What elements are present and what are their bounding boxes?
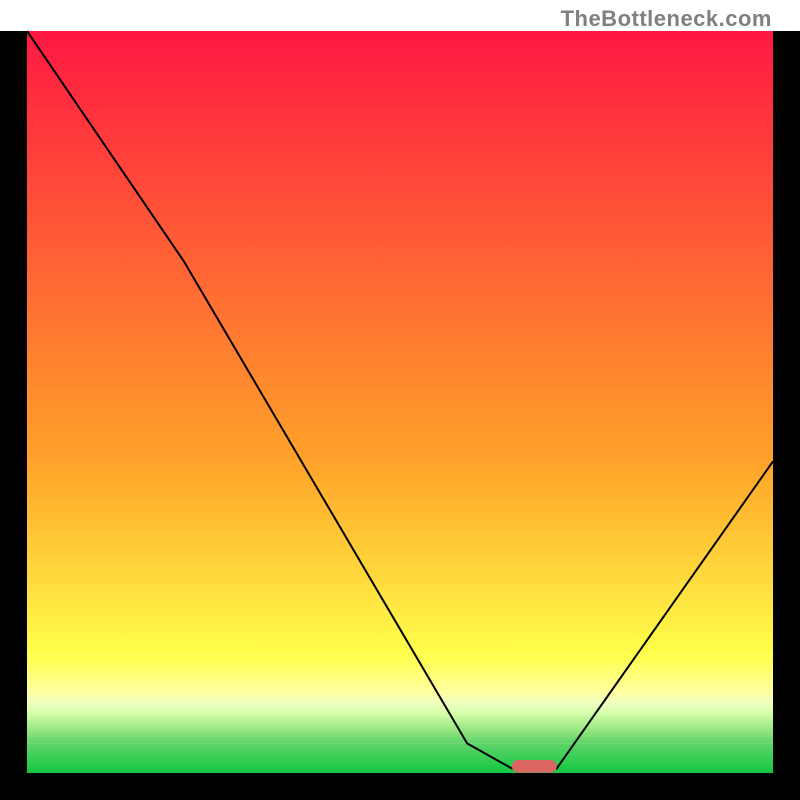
watermark-text: TheBottleneck.com	[561, 6, 772, 32]
gradient-background	[27, 31, 773, 773]
bottleneck-marker	[512, 760, 557, 773]
bottleneck-chart	[0, 0, 800, 800]
